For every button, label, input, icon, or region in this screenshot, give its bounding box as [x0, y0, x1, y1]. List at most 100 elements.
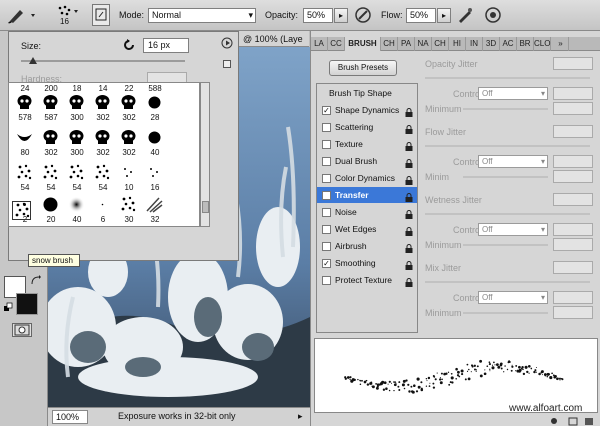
minimum-slider[interactable]	[463, 108, 548, 110]
quick-mask-button[interactable]	[12, 323, 32, 337]
option-checkbox[interactable]	[322, 140, 331, 149]
brush-preset-item[interactable]	[119, 195, 138, 214]
brush-preset-item[interactable]	[93, 93, 112, 112]
panel-tab[interactable]: BR	[517, 37, 534, 51]
option-checkbox[interactable]	[322, 174, 331, 183]
option-checkbox[interactable]	[322, 242, 331, 251]
flow-slider-button[interactable]: ▸	[437, 8, 451, 23]
panel-tab[interactable]: CH	[432, 37, 449, 51]
brush-preset-item[interactable]	[93, 128, 112, 147]
option-checkbox[interactable]: ✓	[322, 106, 331, 115]
option-checkbox[interactable]	[322, 157, 331, 166]
control-box[interactable]	[553, 87, 593, 100]
control-box[interactable]	[553, 155, 593, 168]
minimum-value[interactable]	[553, 238, 593, 251]
jitter-value[interactable]	[553, 193, 593, 206]
jitter-value[interactable]	[553, 57, 593, 70]
reset-size-icon[interactable]	[123, 39, 135, 51]
lock-icon[interactable]	[405, 123, 413, 134]
size-slider[interactable]	[21, 60, 185, 62]
panel-tab[interactable]: LA	[311, 37, 328, 51]
brush-presets-button[interactable]: Brush Presets	[329, 60, 397, 76]
panel-tab[interactable]: CLO	[534, 37, 551, 51]
scrollbar-thumb[interactable]	[202, 201, 209, 213]
swap-colors-icon[interactable]	[30, 275, 42, 287]
lock-icon[interactable]	[405, 157, 413, 168]
jitter-slider[interactable]	[425, 281, 590, 283]
snow-brush-preset[interactable]	[12, 201, 31, 220]
jitter-slider[interactable]	[425, 145, 590, 147]
brush-option-noise[interactable]: Noise	[317, 204, 417, 220]
brush-option-dual-brush[interactable]: Dual Brush	[317, 153, 417, 169]
brush-grid-scrollbar[interactable]	[200, 82, 210, 227]
panel-tab[interactable]: AC	[500, 37, 517, 51]
panel-tab[interactable]: CH	[381, 37, 398, 51]
control-select[interactable]: Off ▾	[478, 87, 548, 100]
brush-preset-item[interactable]	[15, 128, 34, 147]
minimum-slider[interactable]	[463, 312, 548, 314]
brush-preset-item[interactable]	[145, 128, 164, 147]
tablet-size-button[interactable]	[482, 4, 504, 26]
jitter-slider[interactable]	[425, 213, 590, 215]
brush-preset-item[interactable]	[145, 163, 164, 182]
jitter-slider[interactable]	[425, 77, 590, 79]
opacity-slider-button[interactable]: ▸	[334, 8, 348, 23]
brush-preset-item[interactable]	[119, 163, 138, 182]
brush-option-protect-texture[interactable]: Protect Texture	[317, 272, 417, 288]
brush-size-picker[interactable]: 16	[52, 4, 86, 26]
minimum-slider[interactable]	[463, 244, 548, 246]
tablet-opacity-button[interactable]	[352, 4, 374, 26]
lock-icon[interactable]	[405, 225, 413, 236]
default-colors-icon[interactable]	[3, 301, 15, 313]
jitter-value[interactable]	[553, 125, 593, 138]
brush-preset-item[interactable]	[119, 128, 138, 147]
brush-option-color-dynamics[interactable]: Color Dynamics	[317, 170, 417, 186]
minimum-value[interactable]	[553, 102, 593, 115]
brush-option-shape-dynamics[interactable]: ✓ Shape Dynamics	[317, 102, 417, 118]
jitter-value[interactable]	[553, 261, 593, 274]
panel-tab[interactable]: BRUSH	[345, 37, 381, 51]
brush-preset-item[interactable]	[67, 163, 86, 182]
document-tab[interactable]: @ 100% (Laye	[239, 31, 309, 47]
foreground-color-swatch[interactable]	[16, 293, 38, 315]
option-checkbox[interactable]	[322, 225, 331, 234]
toggle-brush-panel-button[interactable]	[92, 4, 110, 26]
brush-preset-item[interactable]	[41, 163, 60, 182]
lock-icon[interactable]	[405, 191, 413, 202]
control-select[interactable]: Off ▾	[478, 155, 548, 168]
brush-tip-shape-item[interactable]: Brush Tip Shape	[329, 88, 392, 98]
brush-option-wet-edges[interactable]: Wet Edges	[317, 221, 417, 237]
control-box[interactable]	[553, 291, 593, 304]
option-checkbox[interactable]	[322, 191, 331, 200]
lock-icon[interactable]	[405, 259, 413, 270]
brush-preset-item[interactable]	[67, 195, 86, 214]
brush-option-transfer[interactable]: Transfer	[317, 187, 417, 203]
minimum-slider[interactable]	[463, 176, 548, 178]
option-checkbox[interactable]	[322, 276, 331, 285]
option-checkbox[interactable]: ✓	[322, 259, 331, 268]
control-select[interactable]: Off ▾	[478, 291, 548, 304]
option-checkbox[interactable]	[322, 208, 331, 217]
brush-preset-item[interactable]	[145, 93, 164, 112]
brush-option-smoothing[interactable]: ✓ Smoothing	[317, 255, 417, 271]
brush-preset-item[interactable]	[41, 195, 60, 214]
size-input[interactable]: 16 px	[143, 38, 189, 53]
panel-tab[interactable]: PA	[398, 37, 415, 51]
brush-option-texture[interactable]: Texture	[317, 136, 417, 152]
flow-input[interactable]: 50%	[406, 8, 436, 23]
brush-tool-preset-picker[interactable]	[4, 4, 40, 26]
minimum-value[interactable]	[553, 306, 593, 319]
lock-icon[interactable]	[405, 174, 413, 185]
minimum-value[interactable]	[553, 170, 593, 183]
brush-preset-item[interactable]	[119, 93, 138, 112]
brush-preset-item[interactable]	[93, 163, 112, 182]
brush-preset-item[interactable]	[67, 128, 86, 147]
picker-menu-button[interactable]	[219, 36, 235, 50]
panel-tab[interactable]: IN	[466, 37, 483, 51]
arrow-right-icon[interactable]: ▸	[298, 411, 303, 422]
size-slider-thumb[interactable]	[29, 57, 37, 64]
panel-tab[interactable]: CC	[328, 37, 345, 51]
panel-tab[interactable]: 3D	[483, 37, 500, 51]
lock-icon[interactable]	[405, 276, 413, 287]
panel-tab[interactable]: NA	[415, 37, 432, 51]
